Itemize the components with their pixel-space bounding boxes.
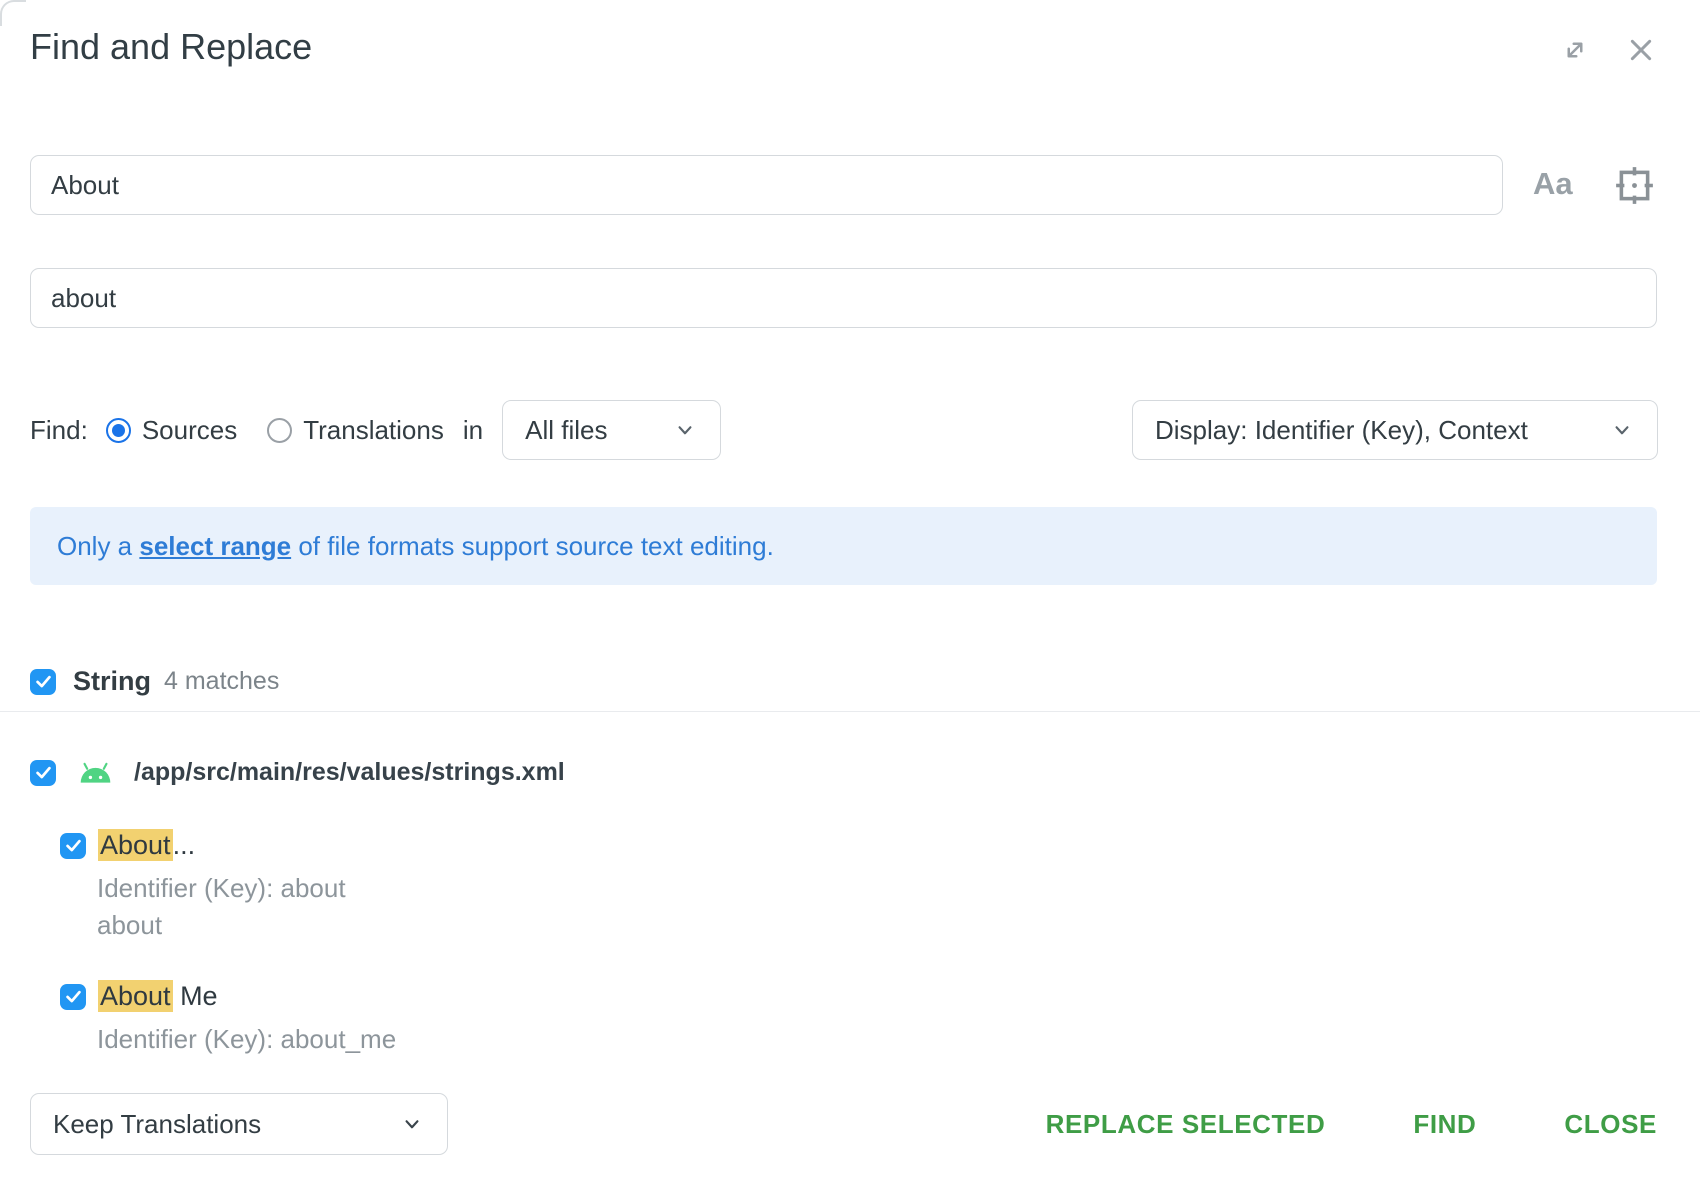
translations-radio-label[interactable]: Translations xyxy=(303,415,444,446)
match-highlight: About xyxy=(98,980,173,1012)
match-checkbox[interactable] xyxy=(60,833,86,859)
check-icon xyxy=(34,763,53,782)
dialog-corner xyxy=(0,0,26,26)
banner-text: Only a select range of file formats supp… xyxy=(57,531,774,562)
match-rest: Me xyxy=(173,981,218,1011)
banner-text-after: of file formats support source text edit… xyxy=(291,531,774,561)
banner-text-before: Only a xyxy=(57,531,139,561)
string-group-row: String 4 matches xyxy=(30,666,279,697)
close-button[interactable]: CLOSE xyxy=(1564,1109,1657,1140)
radio-dot xyxy=(112,424,125,437)
sources-radio-label[interactable]: Sources xyxy=(142,415,237,446)
expand-icon[interactable] xyxy=(1560,35,1590,65)
close-icon[interactable] xyxy=(1625,34,1657,66)
info-banner: Only a select range of file formats supp… xyxy=(30,507,1657,585)
find-button[interactable]: FIND xyxy=(1413,1109,1476,1140)
match-source-text: About Me xyxy=(98,981,218,1012)
case-sensitive-icon[interactable]: Aa xyxy=(1533,166,1573,202)
android-icon xyxy=(77,761,114,785)
check-icon xyxy=(64,836,83,855)
sources-radio[interactable] xyxy=(106,418,131,443)
results-divider xyxy=(0,711,1700,712)
keep-translations-dropdown[interactable]: Keep Translations xyxy=(30,1093,448,1155)
match-identifier: Identifier (Key): about_me xyxy=(97,1021,396,1058)
match-context: about xyxy=(97,907,346,944)
match-item: About... Identifier (Key): about about xyxy=(60,830,346,944)
check-icon xyxy=(64,987,83,1006)
file-path: /app/src/main/res/values/strings.xml xyxy=(134,758,565,787)
match-checkbox[interactable] xyxy=(60,984,86,1010)
find-options-row: Find: Sources Translations in All files xyxy=(30,400,721,460)
files-filter-dropdown[interactable]: All files xyxy=(502,400,721,460)
dialog-title: Find and Replace xyxy=(30,26,312,68)
in-label: in xyxy=(463,415,483,446)
select-range-link[interactable]: select range xyxy=(139,531,291,561)
string-group-checkbox[interactable] xyxy=(30,669,56,695)
replace-input[interactable] xyxy=(30,268,1657,328)
check-icon xyxy=(34,672,53,691)
match-rest: ... xyxy=(173,830,196,860)
find-and-replace-dialog: Find and Replace Aa xyxy=(0,0,1700,1192)
footer-actions: REPLACE SELECTED FIND CLOSE xyxy=(1046,1093,1657,1155)
match-highlight: About xyxy=(98,829,173,861)
dialog-header-actions xyxy=(1560,34,1657,66)
string-group-label: String xyxy=(73,666,151,697)
translations-radio[interactable] xyxy=(267,418,292,443)
match-item: About Me Identifier (Key): about_me xyxy=(60,981,396,1058)
chevron-down-icon xyxy=(672,417,698,443)
display-dropdown[interactable]: Display: Identifier (Key), Context xyxy=(1132,400,1658,460)
find-label: Find: xyxy=(30,415,88,446)
file-checkbox[interactable] xyxy=(30,760,56,786)
replace-selected-button[interactable]: REPLACE SELECTED xyxy=(1046,1109,1326,1140)
search-input[interactable] xyxy=(30,155,1503,215)
chevron-down-icon xyxy=(399,1111,425,1137)
string-group-count: 4 matches xyxy=(164,667,279,696)
file-row: /app/src/main/res/values/strings.xml xyxy=(30,758,565,787)
match-source-text: About... xyxy=(98,830,195,861)
chevron-down-icon xyxy=(1609,417,1635,443)
keep-translations-value: Keep Translations xyxy=(53,1109,261,1140)
match-identifier: Identifier (Key): about xyxy=(97,870,346,907)
display-dropdown-value: Display: Identifier (Key), Context xyxy=(1155,415,1528,446)
selection-frame-icon[interactable] xyxy=(1612,163,1657,208)
files-filter-value: All files xyxy=(525,415,607,446)
